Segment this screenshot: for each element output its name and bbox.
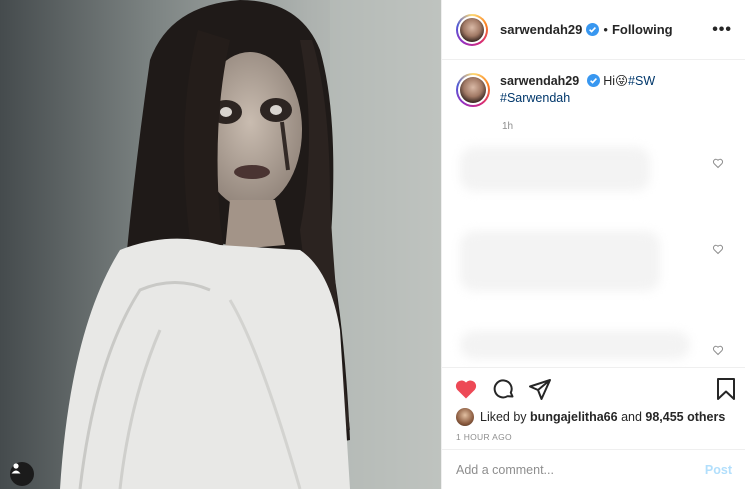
hashtag-sw[interactable]: #SW	[628, 74, 655, 88]
comment-input[interactable]	[456, 462, 705, 477]
following-button[interactable]: Following	[612, 22, 673, 37]
blurred-comment	[460, 147, 650, 191]
caption-avatar[interactable]	[456, 73, 490, 107]
comment-icon[interactable]	[492, 377, 516, 401]
photo-illustration	[0, 0, 441, 489]
blurred-comment	[460, 231, 660, 291]
hashtag-sarwendah[interactable]: #Sarwendah	[500, 91, 570, 105]
post-timestamp[interactable]: 1 HOUR AGO	[456, 432, 512, 442]
blurred-comment	[460, 331, 690, 359]
liker-username[interactable]: bungajelitha66	[530, 410, 618, 424]
more-options-icon[interactable]: •••	[712, 21, 732, 39]
post-header: sarwendah29 • Following •••	[442, 0, 745, 60]
liker-avatar[interactable]	[456, 408, 474, 426]
comments-section[interactable]: sarwendah29 Hi😜#SW #Sarwendah 1h	[442, 61, 745, 367]
caption-time: 1h	[502, 121, 514, 132]
caption-text: sarwendah29 Hi😜#SW #Sarwendah	[500, 73, 730, 107]
heart-outline-icon[interactable]	[712, 243, 724, 255]
verified-badge-icon	[586, 23, 600, 36]
post-comment-button[interactable]: Post	[705, 463, 732, 477]
likes-and: and	[621, 410, 642, 424]
heart-filled-icon[interactable]	[454, 377, 478, 401]
likes-prefix: Liked by	[480, 410, 527, 424]
heart-outline-icon[interactable]	[712, 344, 724, 356]
wink-emoji: 😜	[615, 74, 629, 88]
post-photo[interactable]	[0, 0, 441, 489]
caption-greeting: Hi	[603, 74, 615, 88]
caption: sarwendah29 Hi😜#SW #Sarwendah	[456, 73, 730, 107]
caption-username[interactable]: sarwendah29	[500, 74, 579, 88]
verified-badge-icon	[586, 74, 600, 87]
separator-dot: •	[603, 22, 608, 37]
post-side-panel: sarwendah29 • Following ••• sarwendah29 …	[441, 0, 745, 489]
post-actions: Liked by bungajelitha66 and 98,455 other…	[442, 367, 745, 449]
likes-count[interactable]: 98,455 others	[645, 410, 725, 424]
author-avatar[interactable]	[456, 13, 488, 46]
paper-plane-icon[interactable]	[528, 377, 552, 401]
add-comment-bar: Post	[442, 449, 745, 489]
heart-outline-icon[interactable]	[712, 157, 724, 169]
bookmark-icon[interactable]	[714, 377, 738, 401]
user-tag-icon[interactable]	[10, 462, 34, 486]
likes-summary: Liked by bungajelitha66 and 98,455 other…	[456, 408, 725, 426]
author-username[interactable]: sarwendah29	[500, 22, 582, 37]
